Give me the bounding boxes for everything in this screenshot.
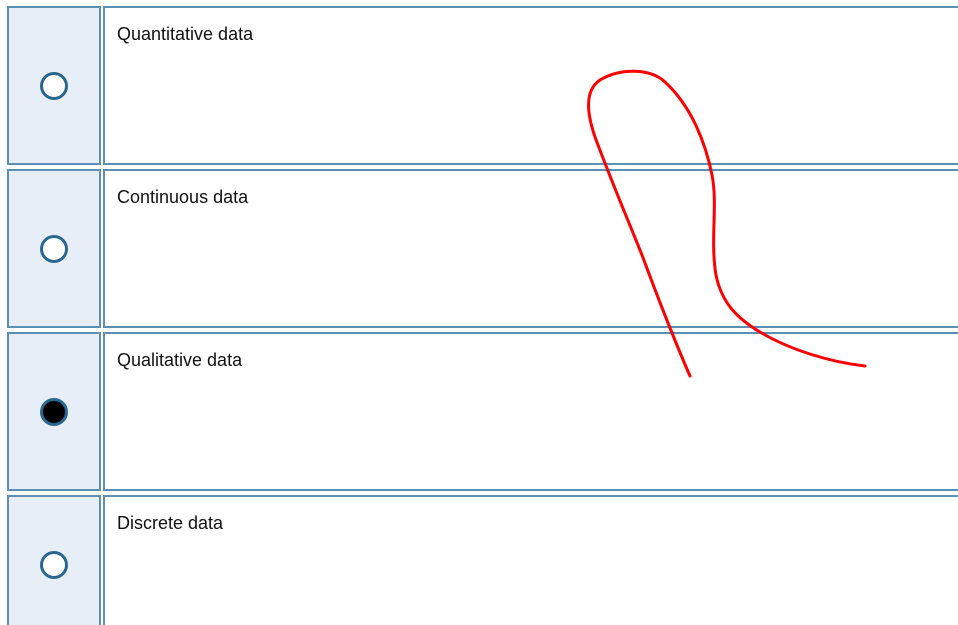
option-text-cell[interactable]: Continuous data (105, 169, 958, 328)
radio-button-quantitative[interactable] (40, 71, 68, 100)
answer-option-continuous[interactable]: Continuous data (7, 169, 958, 328)
option-text-cell[interactable]: Discrete data (105, 495, 958, 625)
answer-option-qualitative[interactable]: Qualitative data (7, 332, 958, 491)
answer-option-quantitative[interactable]: Quantitative data (7, 6, 958, 165)
radio-button-qualitative[interactable] (40, 397, 68, 426)
option-text-cell[interactable]: Qualitative data (105, 332, 958, 491)
option-label-discrete: Discrete data (117, 513, 224, 533)
option-label-qualitative: Qualitative data (117, 350, 243, 370)
radio-button-continuous[interactable] (40, 234, 68, 263)
option-label-continuous: Continuous data (117, 187, 249, 207)
option-label-quantitative: Quantitative data (117, 24, 254, 44)
radio-cell[interactable] (7, 169, 99, 328)
option-text-cell[interactable]: Quantitative data (105, 6, 958, 165)
answer-options-list: Quantitative data Continuous data Qualit… (7, 6, 958, 625)
radio-cell[interactable] (7, 6, 99, 165)
radio-cell[interactable] (7, 332, 99, 491)
quiz-page: Quantitative data Continuous data Qualit… (0, 0, 958, 625)
radio-cell[interactable] (7, 495, 99, 625)
answer-option-discrete[interactable]: Discrete data (7, 495, 958, 625)
radio-button-discrete[interactable] (40, 551, 68, 579)
